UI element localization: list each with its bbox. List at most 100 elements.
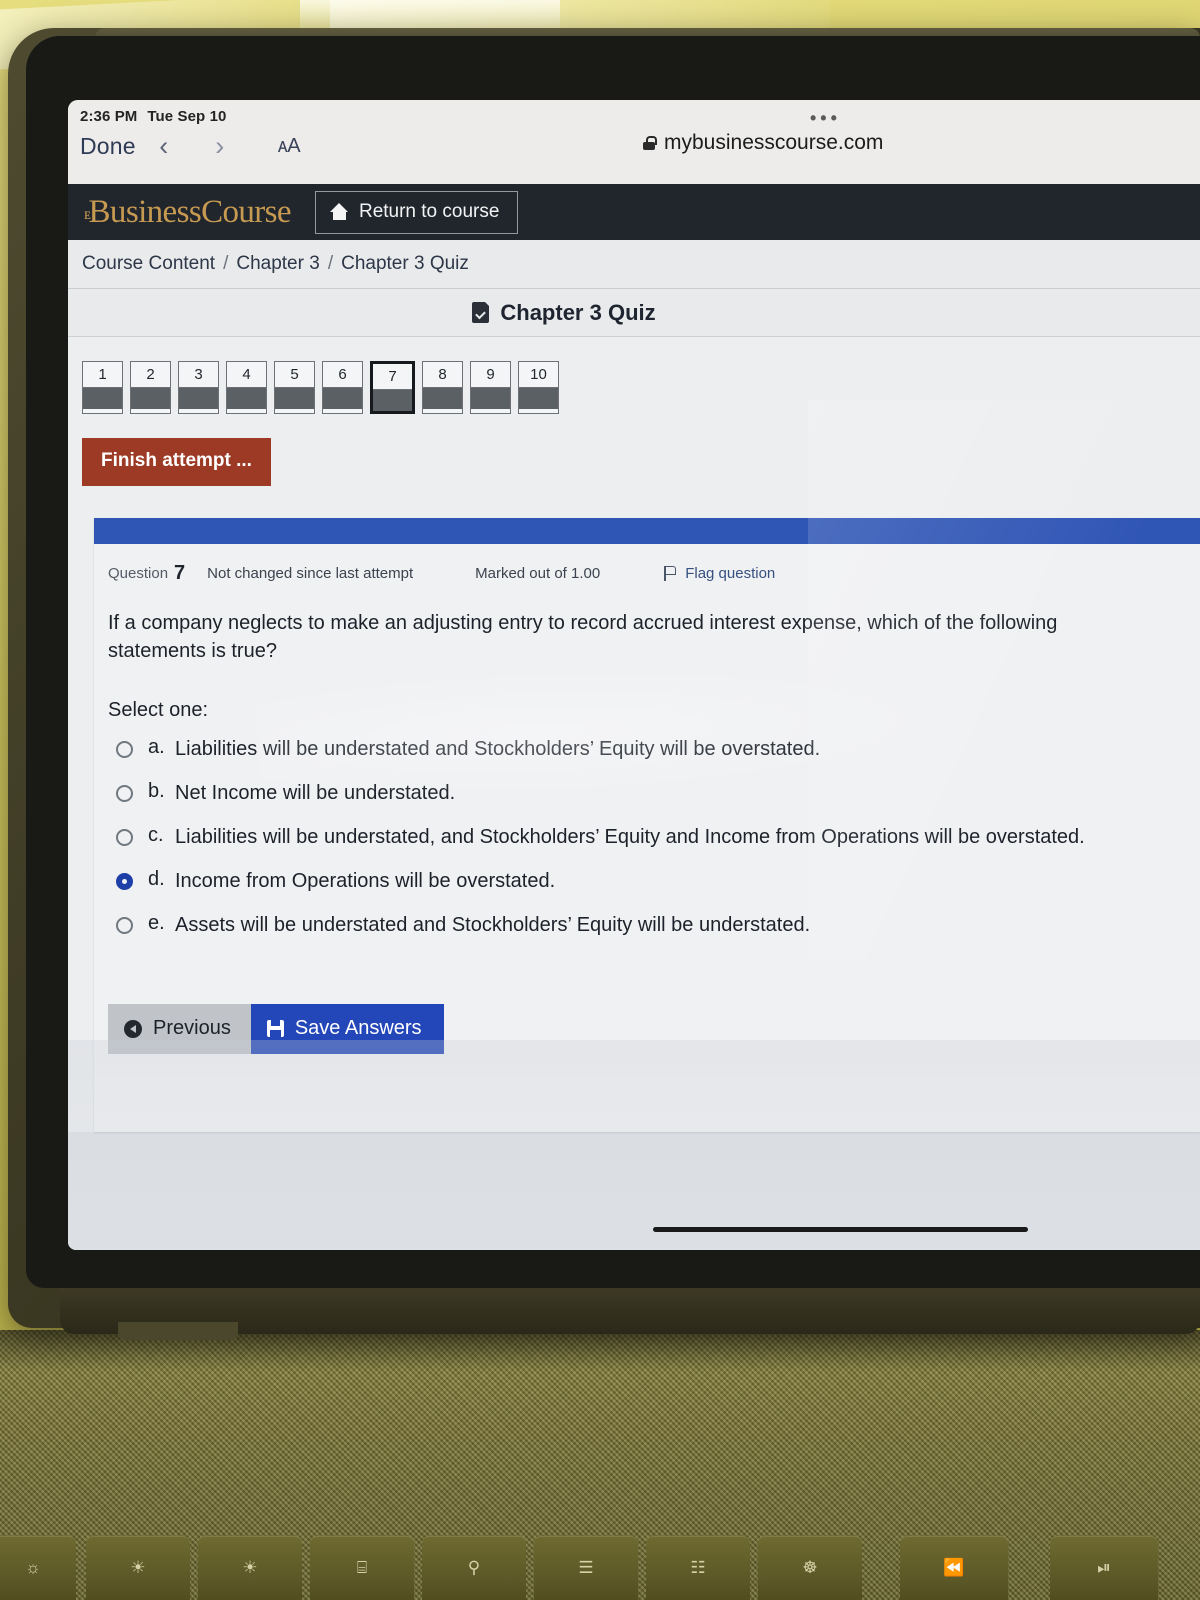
save-answers-label: Save Answers <box>294 1017 422 1039</box>
answer-text: Assets will be understated and Stockhold… <box>175 914 811 936</box>
answer-option-d[interactable]: d. Income from Operations will be oversta… <box>116 868 1200 895</box>
breadcrumb-bar: Course Content / Chapter 3 / Chapter 3 Q… <box>68 240 1200 289</box>
page-empty-area <box>68 1132 1200 1250</box>
question-nav-6[interactable]: 6 <box>322 361 363 414</box>
function-key-icon: ⏪ <box>943 1558 965 1577</box>
answer-text: Net Income will be understated. <box>175 782 456 804</box>
quiz-document-icon <box>472 301 491 323</box>
return-to-course-label: Return to course <box>358 200 500 222</box>
ios-status-bar: 2:36 PM Tue Sep 10 <box>68 100 1200 125</box>
function-key-3[interactable]: ⌸ <box>310 1536 414 1600</box>
done-button[interactable]: Done <box>80 133 136 160</box>
question-number-list: 1 2 3 4 5 6 7 8 9 10 <box>82 361 1200 414</box>
radio-button-icon[interactable] <box>116 873 133 890</box>
question-nav-number: 3 <box>194 366 203 383</box>
function-key-icon: ⌸ <box>356 1558 368 1577</box>
forward-icon[interactable]: › <box>192 131 248 162</box>
question-nav-number: 4 <box>242 366 251 383</box>
back-icon[interactable]: ‹ <box>136 131 192 162</box>
question-nav-9[interactable]: 9 <box>470 361 511 414</box>
breadcrumb: Course Content / Chapter 3 / Chapter 3 Q… <box>82 253 1200 275</box>
question-card: Question 7 Not changed since last attemp… <box>94 518 1200 1132</box>
card-bottom-spacer <box>94 1054 1200 1132</box>
text-size-icon[interactable]: ᴀA <box>278 135 301 158</box>
answer-letter: d. <box>148 868 165 890</box>
question-nav-8[interactable]: 8 <box>422 361 463 414</box>
question-nav-status-bar <box>471 387 510 409</box>
function-key-5[interactable]: ☰ <box>534 1536 638 1600</box>
finish-attempt-button[interactable]: Finish attempt ... <box>82 438 271 486</box>
ios-navigation-row: Done ‹ › ᴀA mybusinesscourse.com <box>68 125 1200 162</box>
function-key-4[interactable]: ⚲ <box>422 1536 526 1600</box>
question-marks: Marked out of 1.00 <box>475 565 601 582</box>
answer-option-e[interactable]: e. Assets will be understated and Stockho… <box>116 912 1200 939</box>
quiz-navigation-panel: 1 2 3 4 5 6 7 8 9 10 Finish attempt ... <box>68 337 1200 504</box>
save-disk-icon <box>266 1020 284 1037</box>
question-nav-status-bar <box>373 389 412 411</box>
ios-safari-bar: 2:36 PM Tue Sep 10 ••• Done ‹ › ᴀA mybus… <box>68 100 1200 184</box>
answer-letter: e. <box>148 912 165 934</box>
function-key-7[interactable]: ☸ <box>758 1536 862 1600</box>
question-nav-status-bar <box>83 387 122 409</box>
question-nav-status-bar <box>131 387 170 409</box>
question-nav-status-bar <box>227 387 266 409</box>
function-key-icon: ☀ <box>130 1558 146 1577</box>
function-key-icon: ☼ <box>25 1558 41 1577</box>
flag-question-button[interactable]: Flag question <box>664 565 775 582</box>
question-nav-number: 9 <box>486 366 495 383</box>
question-nav-4[interactable]: 4 <box>226 361 267 414</box>
question-nav-3[interactable]: 3 <box>178 361 219 414</box>
radio-button-icon[interactable] <box>116 741 133 758</box>
question-nav-number: 2 <box>146 366 155 383</box>
status-date: Tue Sep 10 <box>147 108 227 125</box>
question-nav-number: 6 <box>338 366 347 383</box>
answer-letter: c. <box>148 824 164 846</box>
page-title-row: Chapter 3 Quiz <box>68 289 1200 337</box>
breadcrumb-item-chapter-3-quiz[interactable]: Chapter 3 Quiz <box>341 253 469 275</box>
question-nav-number: 5 <box>290 366 299 383</box>
function-key-icon: ⏯ <box>1097 1558 1111 1577</box>
question-accent-band <box>94 518 1200 544</box>
breadcrumb-item-chapter-3[interactable]: Chapter 3 <box>236 253 319 275</box>
question-nav-number: 8 <box>438 366 447 383</box>
radio-button-icon[interactable] <box>116 829 133 846</box>
question-nav-1[interactable]: 1 <box>82 361 123 414</box>
function-key-1[interactable]: ☀ <box>86 1536 190 1600</box>
question-nav-status-bar <box>423 387 462 409</box>
ios-home-indicator[interactable] <box>653 1227 1028 1232</box>
breadcrumb-separator: / <box>327 253 334 274</box>
brand-logo[interactable]: ᴇ BusinessCourse <box>84 194 292 231</box>
select-one-label: Select one: <box>108 699 209 721</box>
home-icon <box>329 203 349 220</box>
radio-button-icon[interactable] <box>116 917 133 934</box>
site-header: ᴇ BusinessCourse Return to course <box>68 184 1200 240</box>
breadcrumb-item-course-content[interactable]: Course Content <box>82 253 215 275</box>
address-bar[interactable]: mybusinesscourse.com <box>643 131 883 155</box>
answer-option-a[interactable]: a. Liabilities will be understated and St… <box>116 736 1200 763</box>
question-nav-5[interactable]: 5 <box>274 361 315 414</box>
function-key-8[interactable]: ⏪ <box>900 1536 1008 1600</box>
question-label: Question <box>108 565 169 582</box>
question-header: Question 7 Not changed since last attemp… <box>94 544 1200 585</box>
question-nav-7[interactable]: 7 <box>370 361 415 414</box>
answer-option-b[interactable]: b. Net Income will be understated. <box>116 780 1200 807</box>
function-key-icon: ☷ <box>690 1558 706 1577</box>
answer-option-c[interactable]: c. Liabilities will be understated, and S… <box>116 824 1200 851</box>
page-title-text: Chapter 3 Quiz <box>500 299 656 325</box>
question-footer: Previous Save Answers <box>94 956 1200 1054</box>
question-nav-2[interactable]: 2 <box>130 361 171 414</box>
previous-arrow-icon <box>124 1019 142 1038</box>
function-key-6[interactable]: ☷ <box>646 1536 750 1600</box>
return-to-course-button[interactable]: Return to course <box>314 190 519 234</box>
function-key-icon: ☰ <box>578 1558 594 1577</box>
question-nav-status-bar <box>179 387 218 409</box>
brand-mark-icon: ᴇ <box>84 205 91 223</box>
function-key-2[interactable]: ☀ <box>198 1536 302 1600</box>
radio-button-icon[interactable] <box>116 785 133 802</box>
question-nav-10[interactable]: 10 <box>518 361 559 414</box>
function-key-9[interactable]: ⏯ <box>1050 1536 1158 1600</box>
save-answers-button[interactable]: Save Answers <box>250 1004 444 1054</box>
previous-button[interactable]: Previous <box>108 1004 251 1054</box>
question-nav-status-bar <box>519 387 558 409</box>
function-key-0[interactable]: ☼ <box>0 1536 76 1600</box>
